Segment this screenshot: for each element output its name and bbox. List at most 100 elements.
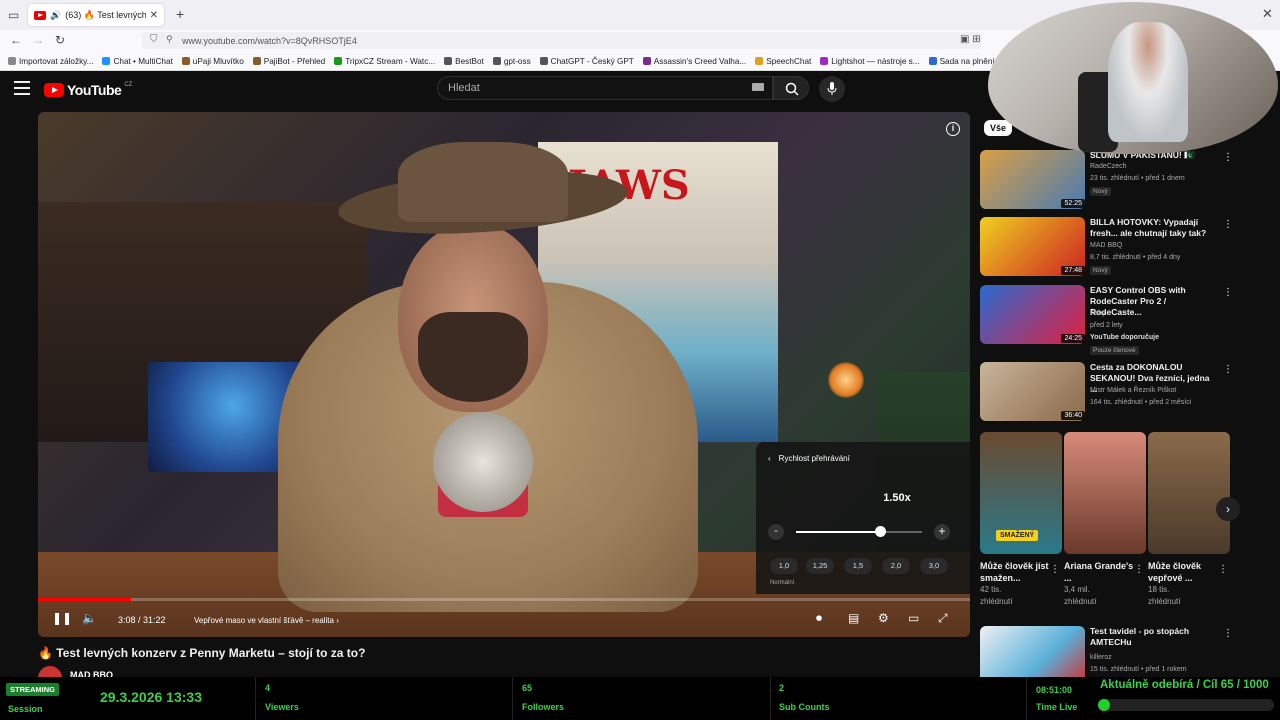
subtitles-icon[interactable]: ▤ [848, 611, 859, 625]
followers-label: Followers [522, 702, 565, 712]
speed-panel-header[interactable]: ‹ Rychlost přehrávání [768, 454, 850, 463]
bookmark-favicon-icon [928, 57, 937, 65]
video-player[interactable]: JAWS i ‹ Rychlost přehrávání 1.50x - + 1… [38, 112, 970, 637]
site-info-icon[interactable]: ⚲ [166, 34, 173, 45]
scene-hat [398, 142, 568, 222]
speed-slider-thumb[interactable] [875, 526, 887, 537]
bookmark-label: ChatGPT - Český GPT [550, 56, 634, 66]
tab-list-icon[interactable]: ▭ [8, 8, 19, 22]
more-options-icon[interactable]: ⋮ [1223, 219, 1233, 230]
close-window-icon[interactable]: ✕ [1262, 6, 1273, 22]
speed-increase-button[interactable]: + [934, 524, 950, 540]
video-title: 🔥 Test levných konzerv z Penny Marketu –… [38, 646, 366, 660]
more-options-icon[interactable]: ⋮ [1223, 287, 1233, 298]
chapter-title[interactable]: Vepřové maso ve vlastní šťávě – realita … [188, 614, 345, 627]
divider [255, 677, 256, 720]
new-tab-icon[interactable]: + [176, 6, 184, 22]
bookmark-item[interactable]: Importovat záložky... [8, 57, 93, 66]
reload-icon[interactable]: ↻ [55, 33, 65, 47]
bookmark-item[interactable]: TripxCZ Stream - Watc... [334, 57, 435, 66]
theater-mode-icon[interactable]: ▭ [908, 611, 919, 625]
more-options-icon[interactable]: ⋮ [1223, 364, 1233, 375]
short-item[interactable]: Může člověk vepřové ... 18 tis. zhlédnutí ⋮ [1148, 432, 1230, 608]
forward-icon[interactable]: → [32, 33, 44, 47]
pause-icon[interactable]: ❚❚ [52, 611, 72, 625]
bookmark-item[interactable]: Chat • MultiChat [102, 56, 173, 66]
recommendation-title[interactable]: BILLA HOTOVKY: Vypadají fresh... ale chu… [1090, 217, 1216, 239]
bookmark-favicon-icon [492, 57, 501, 65]
recommendation-item[interactable]: 36:40 Cesta za DOKONALOU SEKANOU! Dva řez… [980, 362, 1233, 424]
recommendation-channel[interactable]: MAD BBQ [1090, 242, 1122, 249]
speed-preset-2[interactable]: 1,25 [806, 558, 834, 574]
bookmark-favicon-icon [755, 57, 764, 65]
settings-gear-icon[interactable]: ⚙ [878, 611, 889, 625]
more-options-icon[interactable]: ⋮ [1050, 564, 1060, 575]
sub-counts-label: Sub Counts [779, 702, 830, 712]
country-code: CZ [124, 82, 133, 88]
speed-preset-5[interactable]: 3,0 [920, 558, 948, 574]
volume-icon[interactable]: 🔈 [82, 611, 97, 625]
more-options-icon[interactable]: ⋮ [1223, 152, 1233, 163]
recommendation-channel[interactable]: Mistr Málek a Řezník Piškot [1090, 387, 1176, 394]
voice-search-button[interactable] [819, 76, 845, 102]
short-title[interactable]: Může člověk jíst smažen... [980, 560, 1050, 584]
bookmark-item[interactable]: uPaji Mluvítko [181, 57, 244, 66]
recommendation-title[interactable]: EASY Control OBS with RodeCaster Pro 2 /… [1090, 285, 1216, 318]
info-icon[interactable]: i [946, 122, 960, 136]
short-title[interactable]: Ariana Grande's ... [1064, 560, 1134, 584]
recommendation-meta: 23 tis. zhlédnutí • před 1 dnem [1090, 175, 1185, 182]
recommendation-item[interactable]: 52:25 SLUMU V PAKISTANU! 🇵🇰 RadeCzech 23 ti… [980, 150, 1233, 212]
more-options-icon[interactable]: ⋮ [1218, 564, 1228, 575]
viewers-label: Viewers [265, 702, 299, 712]
bookmark-item[interactable]: PajiBot - Přehled [252, 57, 325, 66]
divider [512, 677, 513, 720]
speed-preset-3[interactable]: 1,5 [844, 558, 872, 574]
bookmark-item[interactable]: SpeechChat [755, 57, 811, 66]
back-icon[interactable]: ← [10, 33, 22, 47]
bookmark-item[interactable]: BestBot [444, 57, 484, 66]
short-title[interactable]: Může člověk vepřové ... [1148, 560, 1218, 584]
short-views: 18 tis. [1148, 585, 1170, 594]
short-thumbnail[interactable] [1148, 432, 1230, 554]
speaker-icon[interactable]: 🔊 [50, 10, 61, 21]
recommendation-item[interactable]: 24:25 EASY Control OBS with RodeCaster Pr… [980, 285, 1233, 355]
speed-preset-4[interactable]: 2,0 [882, 558, 910, 574]
more-options-icon[interactable]: ⋮ [1134, 564, 1144, 575]
more-options-icon[interactable]: ⋮ [1223, 628, 1233, 639]
close-tab-icon[interactable]: ✕ [150, 10, 158, 21]
progress-bar[interactable] [38, 598, 970, 601]
bookmark-favicon-icon [539, 57, 548, 65]
autoplay-toggle-icon[interactable]: ⏺ [816, 611, 822, 626]
bookmark-item[interactable]: gpt-oss [492, 57, 531, 66]
recommendation-channel[interactable]: Ashy [1090, 310, 1106, 317]
recommendation-item[interactable]: 27:48 BILLA HOTOVKY: Vypadají fresh... al… [980, 217, 1233, 279]
keyboard-icon[interactable] [752, 83, 764, 91]
time-live-value: 08:51:00 [1036, 685, 1073, 695]
short-item[interactable]: Ariana Grande's ... 3,4 mil. zhlédnutí ⋮ [1064, 432, 1146, 608]
short-thumbnail[interactable] [1064, 432, 1146, 554]
hamburger-menu-icon[interactable] [14, 81, 30, 95]
bookmark-label: Chat • MultiChat [113, 56, 173, 66]
bookmark-item[interactable]: Lightshot — nástroje s... [820, 57, 920, 66]
fullscreen-icon[interactable]: ⤢ [938, 611, 948, 626]
bookmark-item[interactable]: Assassin's Creed Valha... [642, 57, 746, 66]
recommendation-channel[interactable]: RadeCzech [1090, 163, 1127, 170]
streaming-badge: STREAMING [6, 683, 59, 696]
shorts-next-arrow-icon[interactable]: › [1216, 497, 1240, 521]
speed-decrease-button[interactable]: - [768, 524, 784, 540]
youtube-logo[interactable]: YouTube CZ [44, 82, 132, 98]
bookmark-item[interactable]: ChatGPT - Český GPT [539, 56, 634, 66]
speed-preset-1[interactable]: 1,0 [770, 558, 798, 574]
recommendation-title[interactable]: Test tavidel - po stopách AMTECHu [1090, 626, 1216, 648]
search-input[interactable]: Hledat [437, 76, 773, 100]
back-chevron-icon[interactable]: ‹ [768, 454, 771, 463]
recommendations-sidebar: Vše 52:25 SLUMU V PAKISTANU! 🇵🇰 RadeCzech 2… [980, 112, 1240, 685]
shield-icon[interactable]: ⛉ [150, 34, 158, 45]
short-item[interactable]: SMAŽENÝ Může člověk jíst smažen... 42 tis.… [980, 432, 1062, 608]
subscriber-goal-bar [1098, 699, 1274, 711]
url-bar[interactable]: ⛉ ⚲ www.youtube.com/watch?v=8QvRHSOTjE4 [142, 32, 982, 49]
browser-tab[interactable]: 🔊 (63) 🔥 Test levných konzer ✕ [28, 4, 164, 26]
search-button[interactable] [773, 76, 809, 100]
page-actions-icon[interactable]: ▣ ⊞ [960, 34, 986, 48]
recommendation-channel[interactable]: killeroz [1090, 654, 1112, 661]
